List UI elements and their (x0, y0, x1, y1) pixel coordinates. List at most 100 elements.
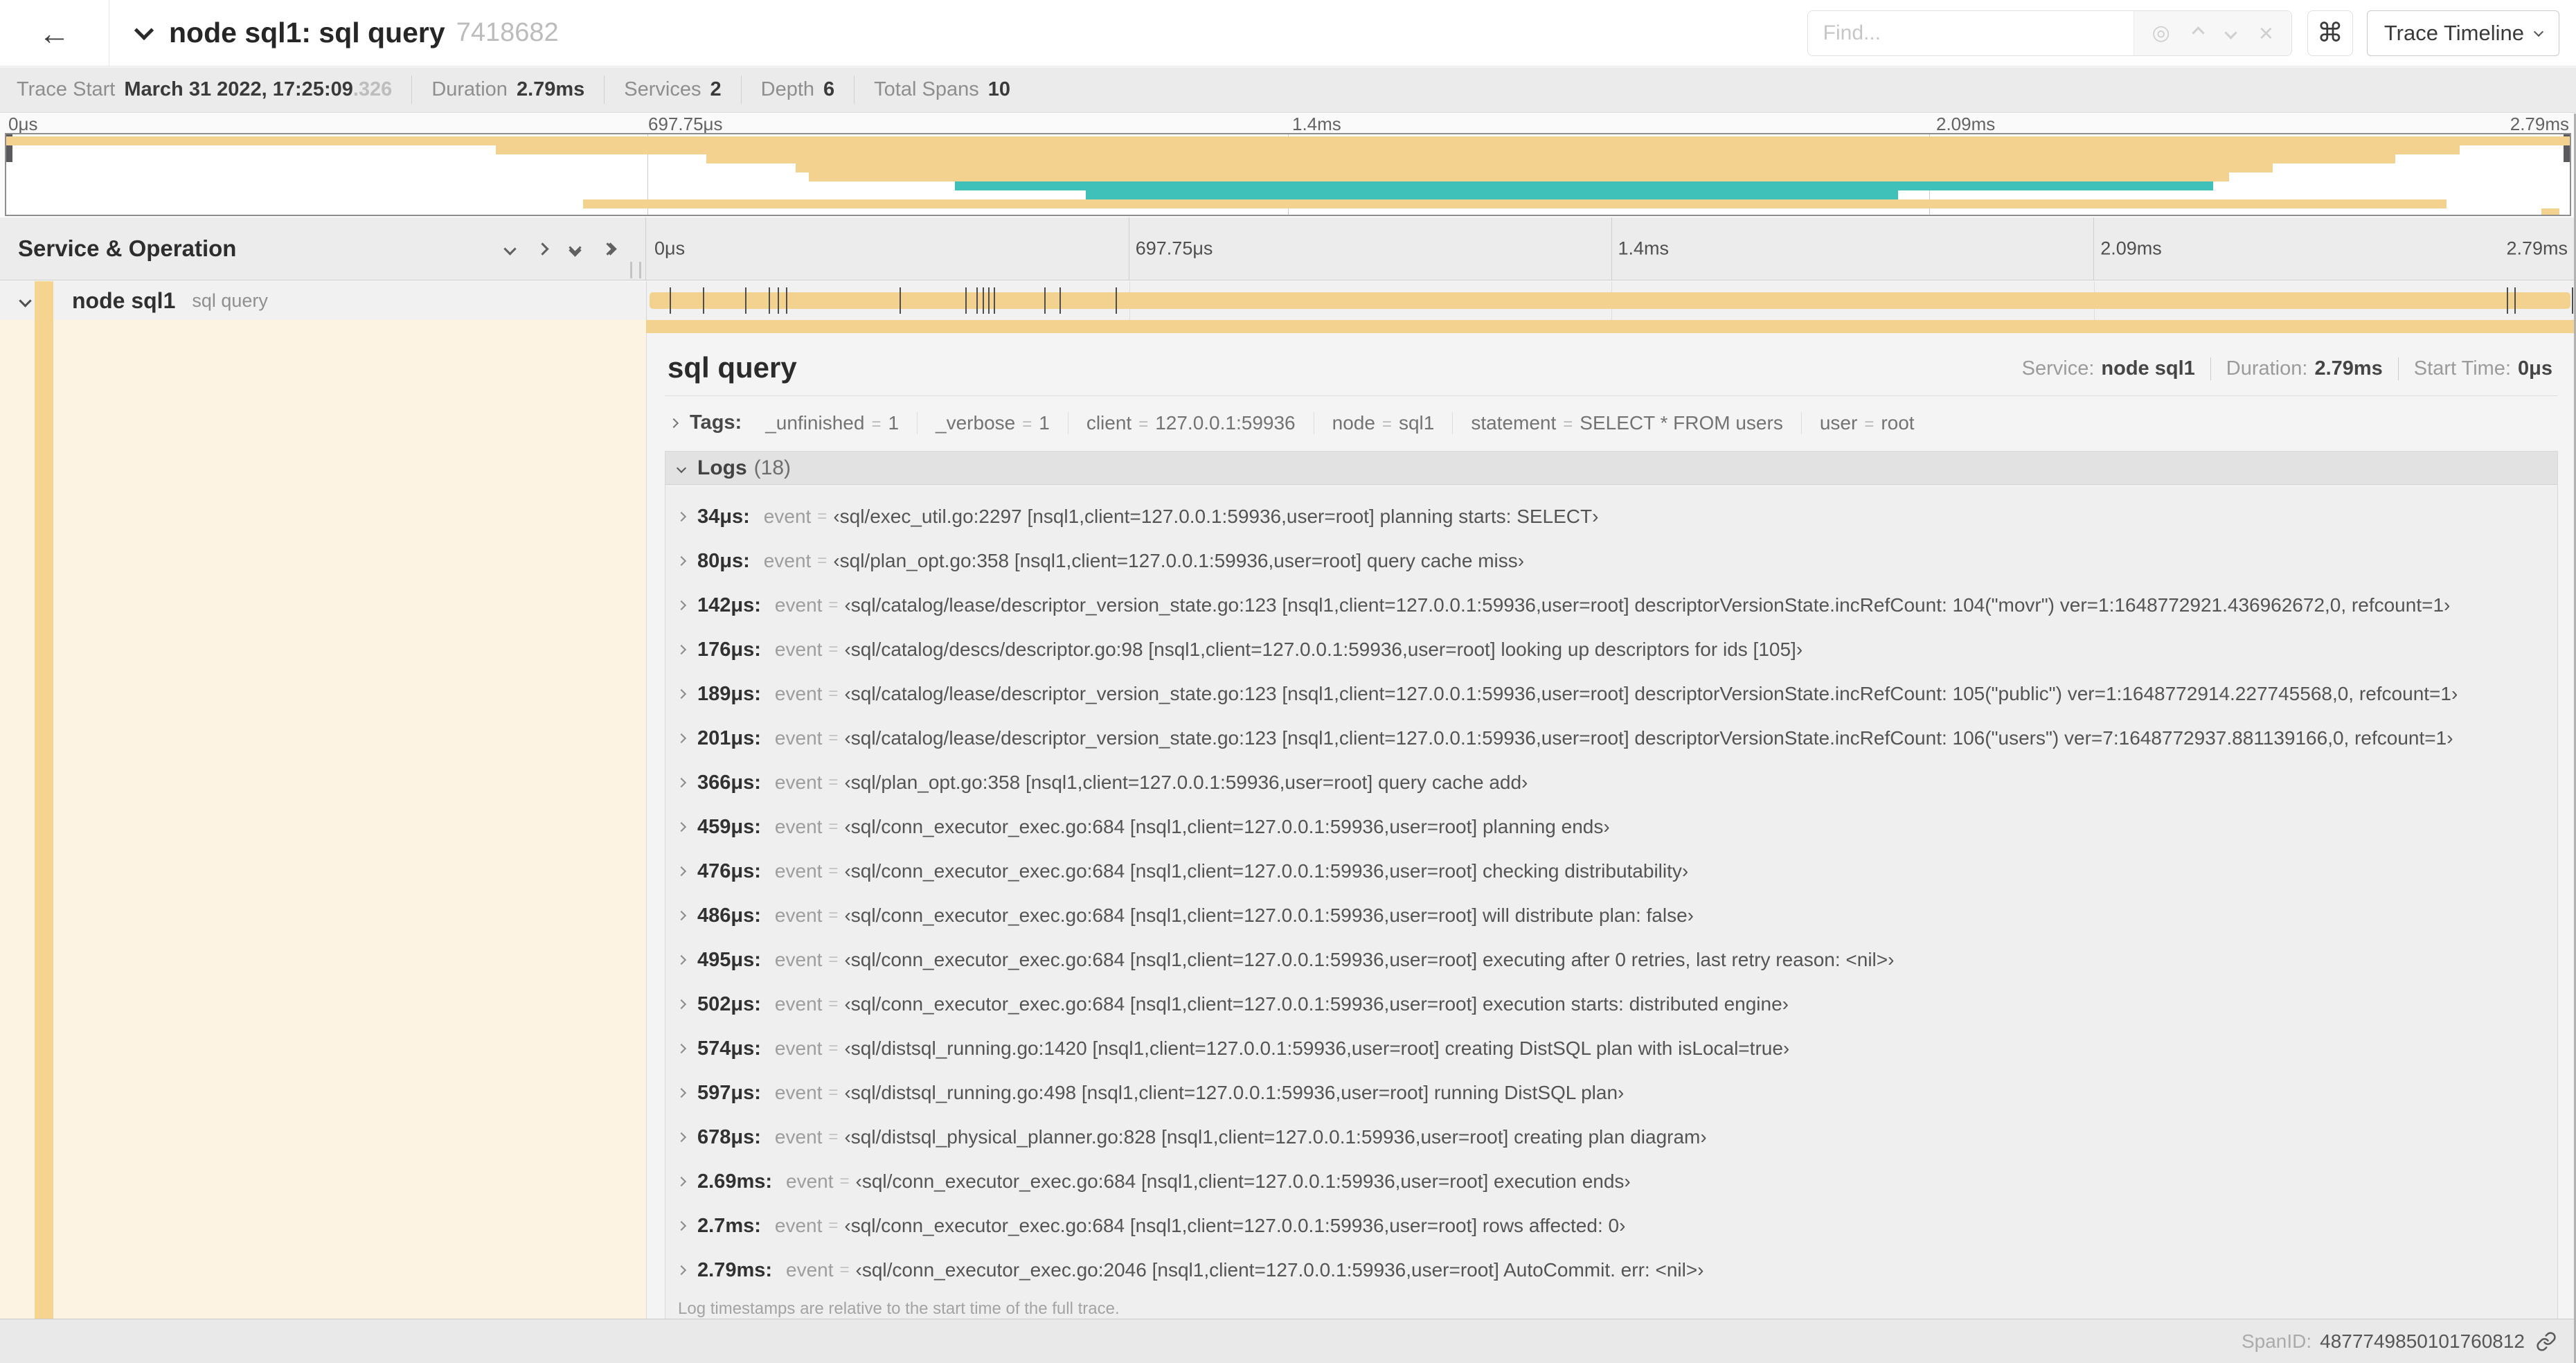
chevron-right-icon (676, 866, 687, 877)
detail-row-accent-bar (646, 320, 2576, 333)
timeline-minimap: 0μs 697.75μs 1.4ms 2.09ms 2.79ms (0, 114, 2576, 217)
log-equals: = (828, 906, 839, 925)
log-field-key: event (774, 1082, 823, 1103)
log-row[interactable]: 366μs: event = ‹sql/plan_opt.go:358 [nsql1,… (665, 760, 2557, 805)
span-detail-title: sql query (668, 351, 797, 384)
timeline-ruler-label: 0μs (654, 238, 686, 259)
minimap-labels: 0μs 697.75μs 1.4ms 2.09ms 2.79ms (0, 114, 2576, 134)
minimap-canvas[interactable] (5, 133, 2571, 216)
find-group: ◎ × (1807, 10, 2292, 56)
span-id-label: SpanID: (2241, 1330, 2312, 1352)
log-timestamp: 476μs: (697, 859, 761, 882)
tag-key: _unfinished (765, 411, 865, 434)
trace-view-selector[interactable]: Trace Timeline (2366, 10, 2559, 56)
logs-accordion: Logs (18) 34μs: event = ‹sql/exec_util.go:2… (665, 451, 2558, 1319)
log-row[interactable]: 502μs: event = ‹sql/conn_executor_exec.go:6… (665, 982, 2557, 1026)
log-timestamp: 80μs: (697, 549, 750, 572)
summary-item: Services 2 (604, 75, 740, 104)
tag-item[interactable]: _unfinished = 1 (747, 412, 917, 434)
minimap-span-bar (6, 136, 2570, 145)
collapse-one-icon[interactable] (503, 242, 517, 256)
log-field-key: event (763, 550, 812, 571)
log-equals: = (839, 1260, 850, 1279)
log-row[interactable]: 2.7ms: event = ‹sql/conn_executor_exec.go:6… (665, 1204, 2557, 1248)
find-input[interactable] (1807, 10, 2134, 55)
log-timestamp: 189μs: (697, 682, 761, 705)
log-row[interactable]: 142μs: event = ‹sql/catalog/lease/descripto… (665, 583, 2557, 627)
log-field-key: event (774, 1126, 823, 1148)
deep-link-icon[interactable] (2536, 1331, 2557, 1352)
tags-accordion[interactable]: Tags: _unfinished = 1 _verbose = 1 client = 127.… (665, 411, 2558, 434)
chevron-up-icon[interactable] (2192, 26, 2205, 39)
log-row[interactable]: 2.69ms: event = ‹sql/conn_executor_exec.go:… (665, 1159, 2557, 1204)
chevron-down-icon[interactable] (134, 20, 154, 40)
log-row[interactable]: 459μs: event = ‹sql/conn_executor_exec.go:6… (665, 805, 2557, 849)
tag-item[interactable]: client = 127.0.0.1:59936 (1067, 411, 1314, 434)
log-row[interactable]: 176μs: event = ‹sql/catalog/descs/descripto… (665, 627, 2557, 672)
chevron-right-icon (676, 555, 687, 567)
tag-item[interactable]: user = root (1800, 411, 1933, 434)
log-row[interactable]: 597μs: event = ‹sql/distsql_running.go:498 … (665, 1071, 2557, 1115)
log-field-value: ‹sql/conn_executor_exec.go:684 [nsql1,cl… (844, 816, 1610, 837)
log-field-key: event (774, 772, 823, 793)
span-row[interactable]: node sql1 sql query (0, 281, 2576, 320)
expand-one-icon[interactable] (536, 242, 549, 256)
log-row[interactable]: 2.79ms: event = ‹sql/conn_executor_exec.go:… (665, 1248, 2557, 1292)
chevron-down-icon[interactable] (19, 294, 32, 308)
log-row[interactable]: 574μs: event = ‹sql/distsql_running.go:1420… (665, 1026, 2557, 1071)
tag-item[interactable]: statement = SELECT * FROM users (1452, 411, 1801, 434)
span-row-name-cell[interactable]: node sql1 sql query (0, 281, 646, 320)
top-right-controls: ◎ × ⌘ Trace Timeline (1807, 10, 2559, 56)
minimap-ruler-label: 0μs (8, 114, 38, 134)
meta-start-time: Start Time: 0μs (2397, 357, 2555, 380)
log-field-key: event (774, 639, 823, 660)
clear-search-icon[interactable]: × (2259, 20, 2273, 46)
minimap-ruler-label: 1.4ms (1292, 114, 1341, 134)
log-equals: = (839, 1172, 850, 1191)
span-row-timeline-cell[interactable] (646, 281, 2576, 320)
log-event-tick (994, 287, 996, 314)
span-bar-track[interactable] (650, 292, 2570, 309)
ruler-gridline (2093, 217, 2095, 280)
log-event-tick (768, 287, 770, 314)
log-equals: = (828, 995, 839, 1013)
tag-equals: = (1022, 414, 1032, 434)
log-field-value: ‹sql/catalog/lease/descriptor_version_st… (844, 594, 2451, 616)
back-button[interactable]: ← (0, 0, 109, 66)
minimap-span-bar (706, 154, 2396, 163)
meta-duration: Duration: 2.79ms (2210, 357, 2398, 380)
tag-item[interactable]: node = sql1 (1313, 411, 1453, 434)
chevron-right-icon (676, 600, 687, 611)
keyboard-shortcuts-button[interactable]: ⌘ (2307, 10, 2353, 56)
chevron-down-icon (676, 463, 687, 473)
log-timestamp: 502μs: (697, 992, 761, 1015)
log-field-value: ‹sql/catalog/descs/descriptor.go:98 [nsq… (844, 639, 1803, 660)
log-equals: = (828, 640, 839, 659)
chevron-down-icon[interactable] (2224, 26, 2237, 39)
summary-value: 6 (823, 78, 835, 100)
log-row[interactable]: 189μs: event = ‹sql/catalog/lease/descripto… (665, 672, 2557, 716)
span-depth-stripe (35, 281, 53, 1319)
tag-item[interactable]: _verbose = 1 (917, 411, 1068, 434)
log-row[interactable]: 201μs: event = ‹sql/catalog/lease/descripto… (665, 716, 2557, 760)
collapse-all-icon[interactable] (569, 240, 582, 257)
chevron-right-icon (676, 777, 687, 788)
log-row[interactable]: 495μs: event = ‹sql/conn_executor_exec.go:6… (665, 938, 2557, 982)
log-row[interactable]: 486μs: event = ‹sql/conn_executor_exec.go:6… (665, 893, 2557, 938)
chevron-right-icon (676, 1043, 687, 1054)
minimap-span-bar (808, 172, 2229, 181)
column-resize-handle[interactable] (630, 262, 641, 278)
log-row[interactable]: 476μs: event = ‹sql/conn_executor_exec.go:6… (665, 849, 2557, 893)
chevron-right-icon (676, 1220, 687, 1231)
logs-header[interactable]: Logs (18) (665, 452, 2557, 485)
log-row[interactable]: 678μs: event = ‹sql/distsql_physical_planne… (665, 1115, 2557, 1159)
log-row[interactable]: 34μs: event = ‹sql/exec_util.go:2297 [nsql1… (665, 495, 2557, 539)
expand-all-icon[interactable] (601, 242, 617, 256)
span-detail-meta: Service: node sql1 Duration: 2.79ms Start … (2007, 357, 2555, 384)
scroll-to-match-icon[interactable]: ◎ (2152, 22, 2170, 44)
log-equals: = (828, 729, 839, 747)
top-bar: ← node sql1: sql query 7418682 ◎ × ⌘ Tra… (0, 0, 2576, 66)
log-row[interactable]: 80μs: event = ‹sql/plan_opt.go:358 [nsql1,c… (665, 539, 2557, 583)
log-field-value: ‹sql/plan_opt.go:358 [nsql1,client=127.0… (844, 772, 1528, 793)
log-equals: = (828, 817, 839, 836)
